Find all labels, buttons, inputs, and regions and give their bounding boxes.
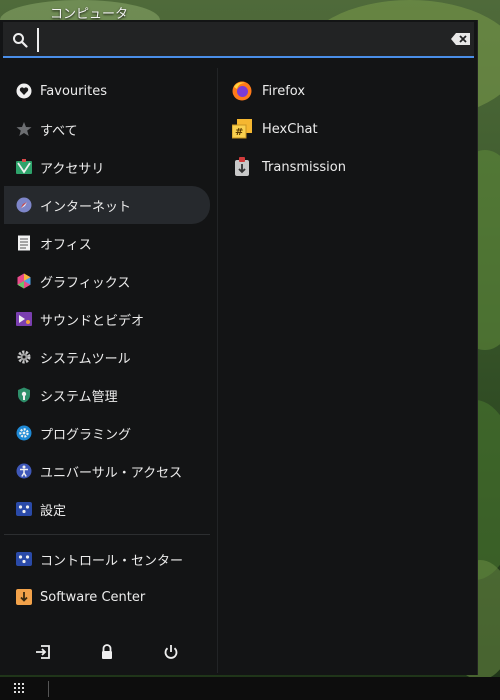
graphics-icon (17, 273, 31, 289)
category-internet[interactable]: インターネット (4, 186, 210, 224)
application-list: Firefox # HexChat Transmission (226, 72, 466, 186)
taskbar (0, 677, 500, 700)
accessibility-icon (16, 463, 32, 479)
category-label: プログラミング (40, 427, 132, 443)
category-system-admin[interactable]: システム管理 (4, 376, 210, 414)
app-label: Transmission (262, 159, 346, 175)
transmission-icon (235, 157, 249, 176)
category-label: インターネット (40, 199, 132, 215)
system-tools-icon (17, 350, 31, 364)
place-label: コントロール・センター (40, 553, 184, 569)
programming-icon (16, 425, 32, 441)
category-favourites[interactable]: Favourites (4, 72, 210, 110)
app-grid-icon[interactable] (14, 683, 26, 695)
app-transmission[interactable]: Transmission (226, 148, 466, 186)
place-label: Software Center (40, 589, 146, 605)
power-icon[interactable] (163, 644, 179, 660)
category-label: Favourites (40, 83, 107, 99)
app-firefox[interactable]: Firefox (226, 72, 466, 110)
internet-icon (16, 197, 32, 213)
search-input[interactable] (37, 28, 443, 52)
place-software-center[interactable]: Software Center (4, 578, 210, 616)
hexchat-icon: # (232, 119, 252, 139)
category-label: オフィス (40, 237, 92, 253)
category-label: アクセサリ (40, 161, 105, 177)
places-list: コントロール・センター Software Center (0, 540, 216, 616)
category-sound-video[interactable]: サウンドとビデオ (4, 300, 210, 338)
category-accessibility[interactable]: ユニバーサル・アクセス (4, 452, 210, 490)
control-center-icon (16, 552, 32, 566)
category-label: すべて (40, 123, 78, 139)
lock-icon[interactable] (99, 644, 115, 660)
category-graphics[interactable]: グラフィックス (4, 262, 210, 300)
software-center-icon (16, 589, 32, 605)
session-actions (0, 640, 216, 666)
place-control-center[interactable]: コントロール・センター (4, 540, 210, 578)
category-office[interactable]: オフィス (4, 224, 210, 262)
category-accessories[interactable]: アクセサリ (4, 148, 210, 186)
category-system-tools[interactable]: システムツール (4, 338, 210, 376)
heart-icon (16, 83, 32, 99)
category-label: システムツール (40, 351, 131, 367)
firefox-icon (232, 81, 252, 101)
category-label: グラフィックス (40, 275, 131, 291)
application-menu: Favourites すべて アクセサリ インターネット オフィス グラフィック… (0, 20, 478, 675)
settings-icon (16, 502, 32, 516)
category-label: 設定 (40, 503, 67, 519)
taskbar-separator (48, 681, 49, 697)
accessories-icon (16, 159, 32, 174)
app-label: HexChat (262, 121, 318, 137)
search-bar (3, 22, 474, 58)
category-settings[interactable]: 設定 (4, 490, 210, 528)
search-icon (13, 33, 28, 48)
category-programming[interactable]: プログラミング (4, 414, 210, 452)
category-label: サウンドとビデオ (40, 313, 145, 329)
category-label: ユニバーサル・アクセス (40, 465, 183, 481)
svg-text:#: # (235, 127, 243, 138)
app-label: Firefox (262, 83, 306, 99)
office-icon (18, 235, 30, 251)
panel-divider (217, 68, 218, 673)
category-label: システム管理 (40, 389, 118, 405)
category-list: Favourites すべて アクセサリ インターネット オフィス グラフィック… (0, 72, 216, 528)
system-admin-icon (18, 387, 30, 403)
clear-search-icon[interactable] (451, 32, 471, 46)
star-icon (16, 122, 32, 136)
app-hexchat[interactable]: # HexChat (226, 110, 466, 148)
multimedia-icon (16, 312, 32, 326)
category-all[interactable]: すべて (4, 110, 210, 148)
logout-icon[interactable] (35, 644, 51, 660)
category-divider (4, 534, 210, 535)
